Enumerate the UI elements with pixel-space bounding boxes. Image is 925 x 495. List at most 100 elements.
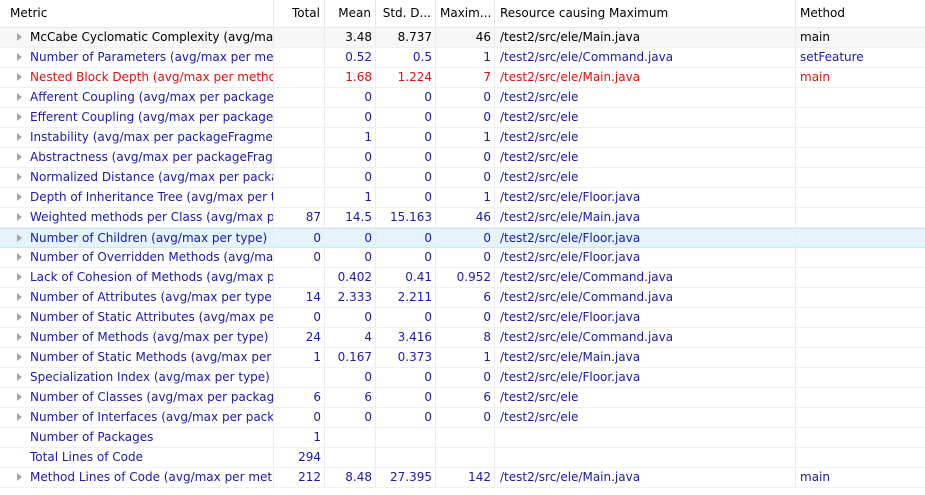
metric-cell[interactable]: Number of Methods (avg/max per type)	[0, 328, 274, 347]
resource-cell[interactable]: /test2/src/ele	[495, 128, 796, 147]
expand-arrow-icon[interactable]	[17, 352, 22, 361]
method-cell[interactable]	[796, 168, 925, 187]
expand-arrow-icon[interactable]	[17, 132, 22, 141]
method-cell[interactable]	[796, 268, 925, 287]
metric-cell[interactable]: McCabe Cyclomatic Complexity (avg/max	[0, 28, 274, 47]
table-row[interactable]: Total Lines of Code 294	[0, 448, 925, 468]
resource-cell[interactable]: /test2/src/ele/Floor.java	[495, 248, 796, 267]
column-header-method[interactable]: Method	[796, 0, 925, 27]
column-header-metric[interactable]: Metric	[0, 0, 274, 27]
table-row[interactable]: Nested Block Depth (avg/max per methoc 1.…	[0, 68, 925, 88]
method-cell[interactable]: main	[796, 468, 925, 487]
metric-cell[interactable]: Number of Static Attributes (avg/max per	[0, 308, 274, 327]
method-cell[interactable]: main	[796, 28, 925, 47]
table-row[interactable]: McCabe Cyclomatic Complexity (avg/max 3.4…	[0, 28, 925, 48]
resource-cell[interactable]: /test2/src/ele/Floor.java	[495, 368, 796, 387]
metric-cell[interactable]: Number of Overridden Methods (avg/max	[0, 248, 274, 267]
metric-cell[interactable]: Depth of Inheritance Tree (avg/max per t…	[0, 188, 274, 207]
resource-cell[interactable]: /test2/src/ele/Main.java	[495, 28, 796, 47]
expand-arrow-icon[interactable]	[17, 272, 22, 281]
resource-cell[interactable]: /test2/src/ele	[495, 88, 796, 107]
method-cell[interactable]	[796, 208, 925, 227]
metric-cell[interactable]: Total Lines of Code	[0, 448, 274, 467]
table-row[interactable]: Number of Classes (avg/max per package 6 6…	[0, 388, 925, 408]
expand-arrow-icon[interactable]	[17, 72, 22, 81]
table-row[interactable]: Instability (avg/max per packageFragment…	[0, 128, 925, 148]
table-row[interactable]: Number of Interfaces (avg/max per packa 0…	[0, 408, 925, 428]
metric-cell[interactable]: Weighted methods per Class (avg/max pe	[0, 208, 274, 227]
method-cell[interactable]	[796, 408, 925, 427]
expand-arrow-icon[interactable]	[17, 292, 22, 301]
resource-cell[interactable]: /test2/src/ele/Command.java	[495, 328, 796, 347]
expand-arrow-icon[interactable]	[17, 412, 22, 421]
expand-arrow-icon[interactable]	[17, 52, 22, 61]
metric-cell[interactable]: Abstractness (avg/max per packageFragm	[0, 148, 274, 167]
method-cell[interactable]	[796, 368, 925, 387]
method-cell[interactable]	[796, 448, 925, 467]
expand-arrow-icon[interactable]	[17, 472, 22, 481]
method-cell[interactable]	[796, 88, 925, 107]
expand-arrow-icon[interactable]	[17, 152, 22, 161]
expand-arrow-icon[interactable]	[17, 92, 22, 101]
column-header-std-dev[interactable]: Std. D...	[376, 0, 436, 27]
resource-cell[interactable]: /test2/src/ele/Main.java	[495, 348, 796, 367]
expand-arrow-icon[interactable]	[17, 32, 22, 41]
metric-cell[interactable]: Number of Children (avg/max per type)	[0, 229, 274, 248]
expand-arrow-icon[interactable]	[17, 172, 22, 181]
metric-cell[interactable]: Number of Interfaces (avg/max per packa	[0, 408, 274, 427]
table-row[interactable]: Depth of Inheritance Tree (avg/max per t…	[0, 188, 925, 208]
expand-arrow-icon[interactable]	[17, 112, 22, 121]
metric-cell[interactable]: Number of Classes (avg/max per package	[0, 388, 274, 407]
expand-arrow-icon[interactable]	[17, 233, 22, 242]
table-row[interactable]: Lack of Cohesion of Methods (avg/max pe 0…	[0, 268, 925, 288]
table-row[interactable]: Method Lines of Code (avg/max per meth 21…	[0, 468, 925, 488]
metric-cell[interactable]: Number of Parameters (avg/max per meth	[0, 48, 274, 67]
expand-arrow-icon[interactable]	[17, 332, 22, 341]
column-header-mean[interactable]: Mean	[325, 0, 376, 27]
expand-arrow-icon[interactable]	[17, 392, 22, 401]
resource-cell[interactable]: /test2/src/ele	[495, 148, 796, 167]
metric-cell[interactable]: Number of Static Methods (avg/max per t	[0, 348, 274, 367]
metric-cell[interactable]: Lack of Cohesion of Methods (avg/max pe	[0, 268, 274, 287]
method-cell[interactable]	[796, 428, 925, 447]
column-header-resource[interactable]: Resource causing Maximum	[495, 0, 796, 27]
column-header-total[interactable]: Total	[274, 0, 325, 27]
resource-cell[interactable]: /test2/src/ele/Floor.java	[495, 229, 796, 248]
resource-cell[interactable]	[495, 448, 796, 467]
resource-cell[interactable]: /test2/src/ele/Main.java	[495, 68, 796, 87]
metric-cell[interactable]: Specialization Index (avg/max per type)	[0, 368, 274, 387]
resource-cell[interactable]: /test2/src/ele/Floor.java	[495, 188, 796, 207]
metric-cell[interactable]: Number of Attributes (avg/max per type)	[0, 288, 274, 307]
method-cell[interactable]	[796, 148, 925, 167]
table-row[interactable]: Efferent Coupling (avg/max per packageFı…	[0, 108, 925, 128]
expand-arrow-icon[interactable]	[17, 212, 22, 221]
table-row[interactable]: Afferent Coupling (avg/max per packageF 0…	[0, 88, 925, 108]
resource-cell[interactable]: /test2/src/ele/Main.java	[495, 468, 796, 487]
table-row[interactable]: Number of Packages 1	[0, 428, 925, 448]
method-cell[interactable]	[796, 128, 925, 147]
resource-cell[interactable]: /test2/src/ele/Command.java	[495, 268, 796, 287]
resource-cell[interactable]: /test2/src/ele/Main.java	[495, 208, 796, 227]
resource-cell[interactable]: /test2/src/ele	[495, 388, 796, 407]
method-cell[interactable]	[796, 388, 925, 407]
method-cell[interactable]	[796, 248, 925, 267]
table-row[interactable]: Weighted methods per Class (avg/max pe 87…	[0, 208, 925, 228]
metric-cell[interactable]: Normalized Distance (avg/max per packag	[0, 168, 274, 187]
metric-cell[interactable]: Afferent Coupling (avg/max per packageF	[0, 88, 274, 107]
table-row[interactable]: Abstractness (avg/max per packageFragm 0 0…	[0, 148, 925, 168]
method-cell[interactable]	[796, 308, 925, 327]
resource-cell[interactable]: /test2/src/ele/Command.java	[495, 288, 796, 307]
table-row[interactable]: Number of Attributes (avg/max per type) 1…	[0, 288, 925, 308]
method-cell[interactable]	[796, 328, 925, 347]
expand-arrow-icon[interactable]	[17, 372, 22, 381]
method-cell[interactable]	[796, 288, 925, 307]
table-row[interactable]: Number of Parameters (avg/max per meth 0.…	[0, 48, 925, 68]
method-cell[interactable]	[796, 188, 925, 207]
table-row[interactable]: Number of Methods (avg/max per type) 24 4 3…	[0, 328, 925, 348]
metric-cell[interactable]: Number of Packages	[0, 428, 274, 447]
resource-cell[interactable]	[495, 428, 796, 447]
method-cell[interactable]: setFeature	[796, 48, 925, 67]
table-row[interactable]: Number of Overridden Methods (avg/max 0 0 0…	[0, 248, 925, 268]
expand-arrow-icon[interactable]	[17, 252, 22, 261]
method-cell[interactable]	[796, 348, 925, 367]
